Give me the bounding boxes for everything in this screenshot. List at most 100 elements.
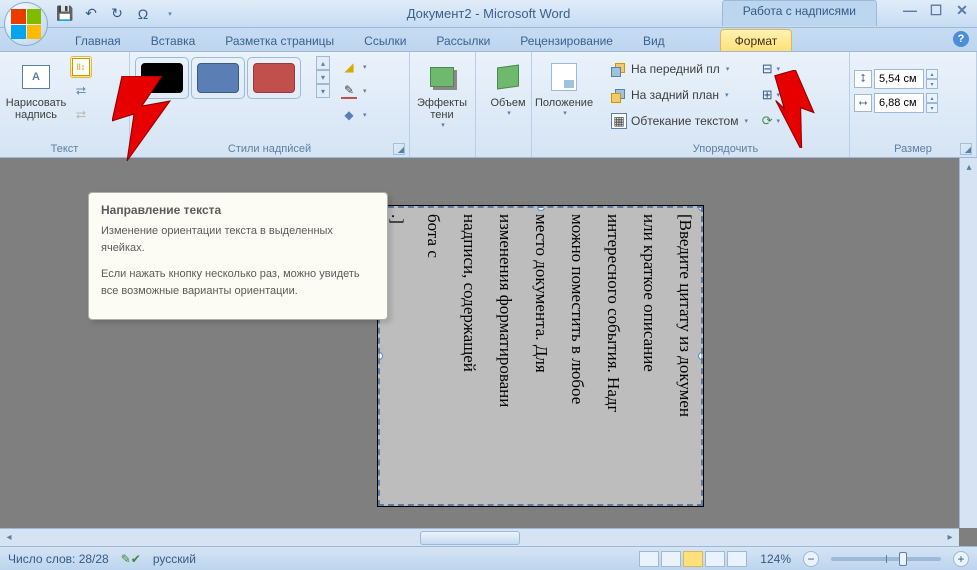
vertical-scrollbar[interactable]: ▴	[959, 158, 977, 528]
view-print-layout[interactable]	[639, 551, 659, 567]
window-controls: — ☐ ✕	[901, 2, 971, 18]
size-dialog-launcher[interactable]: ◢	[960, 143, 972, 155]
text-line-1: [Введите цитату из докумен	[663, 214, 695, 498]
status-bar: Число слов: 28/28 ✎✔ русский 124% − +	[0, 546, 977, 570]
create-link-button[interactable]: ⮂	[70, 80, 92, 102]
cube-icon	[492, 61, 524, 93]
position-icon	[548, 61, 580, 93]
view-full-reading[interactable]	[661, 551, 681, 567]
style-swatch-3[interactable]	[247, 57, 301, 99]
context-tab-group-label: Работа с надписями	[722, 0, 877, 26]
view-web-layout[interactable]	[683, 551, 703, 567]
group-text: A Нарисовать надпись ll↕ ⮂ ⮂ Текст	[0, 52, 130, 157]
text-direction-button[interactable]: ll↕	[70, 56, 92, 78]
scroll-left-button[interactable]: ◂	[0, 529, 18, 547]
gallery-down-button[interactable]: ▾	[316, 70, 330, 84]
quick-access-toolbar: 💾 ↶ ↻ Ω	[54, 0, 180, 27]
view-outline[interactable]	[705, 551, 725, 567]
height-icon: ⭥	[854, 70, 872, 88]
qat-customize-button[interactable]	[158, 3, 180, 25]
hscroll-thumb[interactable]	[420, 531, 520, 545]
width-input[interactable]: 6,88 см	[874, 93, 924, 113]
style-swatch-2[interactable]	[191, 57, 245, 99]
send-back-icon	[611, 87, 627, 103]
callout-arrow-1	[112, 76, 182, 166]
maximize-button[interactable]: ☐	[927, 2, 945, 18]
send-to-back-button[interactable]: На задний план	[606, 84, 753, 106]
language-status[interactable]: русский	[153, 552, 196, 566]
bring-front-icon	[611, 61, 627, 77]
shadow-effects-button[interactable]: Эффекты тени	[414, 56, 470, 136]
tab-insert[interactable]: Вставка	[136, 29, 211, 51]
position-label: Положение	[535, 97, 593, 109]
paint-bucket-icon: ◢	[341, 59, 357, 75]
repeat-button[interactable]: ↻	[106, 3, 128, 25]
gallery-more-button[interactable]: ▾	[316, 84, 330, 98]
undo-button[interactable]: ↶	[80, 3, 102, 25]
zoom-in-button[interactable]: +	[953, 551, 969, 567]
break-link-icon: ⮂	[72, 106, 90, 124]
shape-outline-button[interactable]: ✎	[336, 80, 372, 102]
group-text-label: Текст	[0, 143, 129, 155]
textbox-icon: A	[20, 61, 52, 93]
break-link-button[interactable]: ⮂	[70, 104, 92, 126]
close-button[interactable]: ✕	[953, 2, 971, 18]
gallery-scroll: ▴ ▾ ▾	[316, 56, 330, 98]
tooltip: Направление текста Изменение ориентации …	[88, 192, 388, 320]
width-row: ⭤ 6,88 см ▴▾	[854, 92, 972, 114]
scroll-up-button[interactable]: ▴	[960, 158, 977, 176]
tab-format[interactable]: Формат	[720, 29, 793, 51]
tab-review[interactable]: Рецензирование	[505, 29, 628, 51]
change-shape-icon: ◆	[341, 107, 357, 123]
text-line-7: надписи, содержащей	[447, 214, 479, 498]
tab-page-layout[interactable]: Разметка страницы	[210, 29, 349, 51]
text-wrap-button[interactable]: ▦Обтекание текстом	[606, 110, 753, 132]
height-input[interactable]: 5,54 см	[874, 69, 924, 89]
zoom-out-button[interactable]: −	[803, 551, 819, 567]
minimize-button[interactable]: —	[901, 2, 919, 18]
group-shadow: Эффекты тени	[410, 52, 476, 157]
selected-textbox[interactable]: [Введите цитату из докумен или краткое о…	[378, 206, 703, 506]
tooltip-p1: Изменение ориентации текста в выделенных…	[101, 223, 375, 256]
width-spinner[interactable]: ▴▾	[926, 93, 938, 113]
text-line-6: изменения форматировани	[483, 214, 515, 498]
zoom-level[interactable]: 124%	[760, 552, 791, 566]
tab-home[interactable]: Главная	[60, 29, 136, 51]
resize-handle-ne[interactable]	[698, 206, 703, 211]
group-size: ⭥ 5,54 см ▴▾ ⭤ 6,88 см ▴▾ Размер ◢	[850, 52, 977, 157]
tab-mailings[interactable]: Рассылки	[421, 29, 505, 51]
height-row: ⭥ 5,54 см ▴▾	[854, 68, 972, 90]
shape-fill-button[interactable]: ◢	[336, 56, 372, 78]
horizontal-scrollbar[interactable]: ◂ ▸	[0, 528, 959, 546]
help-button[interactable]: ?	[953, 31, 969, 47]
styles-dialog-launcher[interactable]: ◢	[393, 143, 405, 155]
draw-textbox-button[interactable]: A Нарисовать надпись	[4, 56, 68, 136]
gallery-up-button[interactable]: ▴	[316, 56, 330, 70]
change-shape-button[interactable]: ◆	[336, 104, 372, 126]
proofing-icon[interactable]: ✎✔	[121, 552, 141, 566]
tab-view[interactable]: Вид	[628, 29, 680, 51]
tab-references[interactable]: Ссылки	[349, 29, 421, 51]
text-line-5: место документа. Для	[519, 214, 551, 498]
word-count[interactable]: Число слов: 28/28	[8, 552, 109, 566]
resize-handle-e[interactable]	[698, 352, 703, 360]
symbol-button[interactable]: Ω	[132, 3, 154, 25]
zoom-slider[interactable]	[831, 557, 941, 561]
save-button[interactable]: 💾	[54, 3, 76, 25]
text-direction-icon: ll↕	[72, 58, 90, 76]
bring-to-front-button[interactable]: На передний пл	[606, 58, 753, 80]
callout-arrow-2	[762, 70, 822, 148]
text-line-3: интересного события. Надг	[591, 214, 623, 498]
text-line-2: или краткое описание	[627, 214, 659, 498]
resize-handle-n[interactable]	[537, 206, 545, 211]
text-line-8: бота с	[411, 214, 443, 498]
view-draft[interactable]	[727, 551, 747, 567]
3d-label: Объем	[490, 97, 525, 109]
title-bar: 💾 ↶ ↻ Ω Документ2 - Microsoft Word Работ…	[0, 0, 977, 28]
scroll-right-button[interactable]: ▸	[941, 529, 959, 547]
group-size-label: Размер	[850, 143, 976, 155]
3d-effects-button[interactable]: Объем	[480, 56, 536, 136]
height-spinner[interactable]: ▴▾	[926, 69, 938, 89]
position-button[interactable]: Положение	[536, 56, 592, 136]
office-button[interactable]	[4, 2, 52, 50]
